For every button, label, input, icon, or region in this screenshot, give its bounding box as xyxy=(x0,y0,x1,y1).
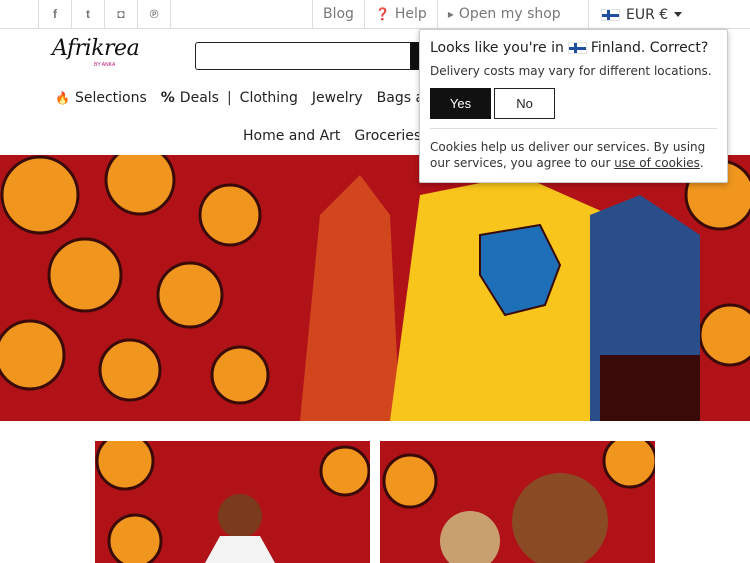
currency-label: EUR € xyxy=(626,6,669,23)
chevron-down-icon xyxy=(674,12,683,17)
logo-sub: BY ANKA xyxy=(94,62,116,68)
popup-divider xyxy=(430,128,717,129)
models xyxy=(300,175,700,421)
hero-artwork xyxy=(0,155,750,421)
category-cards xyxy=(0,421,750,563)
location-country: Finland. Correct? xyxy=(590,40,709,56)
caret-right-icon: ▸ xyxy=(447,7,454,21)
open-shop-label: Open my shop xyxy=(458,6,561,22)
location-question-text: Looks like you're in xyxy=(430,40,564,56)
category-card-left-image xyxy=(95,441,370,563)
cookie-notice: Cookies help us deliver our services. By… xyxy=(430,139,717,171)
flame-icon: 🔥 xyxy=(55,91,70,105)
nav-jewelry-label: Jewelry xyxy=(311,90,363,106)
main-nav: 🔥 Selections % Deals | Clothing Jewelry Ba… xyxy=(55,87,447,109)
category-card-left[interactable] xyxy=(95,441,370,563)
blog-label: Blog xyxy=(323,6,354,22)
blog-link[interactable]: Blog xyxy=(312,0,364,28)
nav-selections-label: Selections xyxy=(74,90,147,106)
help-label: Help xyxy=(394,6,427,22)
delivery-note: Delivery costs may vary for different lo… xyxy=(430,64,712,78)
help-link[interactable]: ❓ Help xyxy=(363,0,437,28)
nav-jewelry[interactable]: Jewelry xyxy=(312,90,363,106)
nav-home-art-label: Home and Art xyxy=(243,128,341,144)
search-input[interactable] xyxy=(195,42,417,70)
currency-selector[interactable]: EUR € xyxy=(588,0,750,29)
percent-icon: % xyxy=(160,90,175,106)
top-links: Blog ❓ Help ▸ Open my shop xyxy=(312,0,571,29)
facebook-icon[interactable]: f xyxy=(39,0,72,28)
location-question: Looks like you're in Finland. Correct? xyxy=(430,40,717,56)
open-shop-link[interactable]: ▸ Open my shop xyxy=(436,0,571,28)
question-circle-icon: ❓ xyxy=(374,7,390,21)
nav-deals[interactable]: % Deals xyxy=(161,90,219,106)
twitter-icon[interactable]: t xyxy=(72,0,105,28)
logo-text: Afrikrea xyxy=(52,36,140,61)
nav-clothing[interactable]: Clothing xyxy=(240,90,298,106)
nav-deals-label: Deals xyxy=(179,90,219,106)
nav-groceries[interactable]: Groceries xyxy=(354,128,421,144)
cookie-end: . xyxy=(699,156,704,170)
category-card-right-image xyxy=(382,441,655,563)
instagram-icon[interactable]: ◘ xyxy=(105,0,138,28)
nav-home-art[interactable]: Home and Art xyxy=(243,128,340,144)
nav-selections[interactable]: 🔥 Selections xyxy=(55,90,147,106)
cookie-policy-link[interactable]: use of cookies xyxy=(614,156,700,170)
confirm-buttons: Yes No xyxy=(430,88,717,119)
secondary-nav: Home and Art Groceries xyxy=(243,125,435,147)
social-links: f t ◘ ℗ xyxy=(38,0,171,29)
finland-flag-icon xyxy=(601,8,620,21)
nav-groceries-label: Groceries xyxy=(354,128,422,144)
nav-divider: | xyxy=(226,90,232,106)
yes-button[interactable]: Yes xyxy=(430,88,491,119)
top-bar: f t ◘ ℗ Blog ❓ Help ▸ Open my shop EUR € xyxy=(0,0,750,29)
no-button[interactable]: No xyxy=(494,88,555,119)
category-card-right[interactable] xyxy=(380,441,655,563)
hero-banner[interactable] xyxy=(0,155,750,421)
location-popup: Looks like you're in Finland. Correct? D… xyxy=(419,29,728,183)
finland-flag-icon xyxy=(567,42,587,54)
pinterest-icon[interactable]: ℗ xyxy=(138,0,171,28)
nav-clothing-label: Clothing xyxy=(239,90,298,106)
logo[interactable]: Afrikrea BY ANKA xyxy=(52,36,142,72)
